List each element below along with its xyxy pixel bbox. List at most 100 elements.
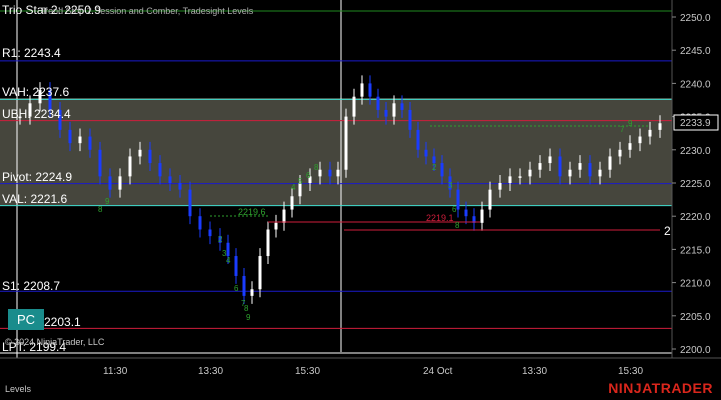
candle-body — [392, 103, 396, 117]
candle-body — [384, 109, 388, 117]
candle-body — [188, 189, 192, 217]
candle-body — [290, 196, 294, 210]
candle-body — [266, 229, 270, 257]
time-tick: 13:30 — [522, 366, 547, 377]
price-tick: 2210.0 — [680, 279, 711, 290]
candle-body — [480, 209, 484, 223]
candle-body — [318, 169, 322, 177]
candle-body — [518, 176, 522, 178]
level-label-vah: VAH: 2237.6 — [2, 85, 69, 99]
tab-levels[interactable]: Levels — [5, 384, 31, 394]
candle-body — [258, 256, 262, 290]
time-tick: 13:30 — [198, 366, 223, 377]
svg-text:8: 8 — [314, 163, 319, 172]
candle-body — [400, 103, 404, 110]
candle-body — [226, 242, 230, 257]
candle-body — [638, 136, 642, 144]
right-marker: 2 — [664, 224, 671, 238]
candle-body — [336, 169, 340, 177]
candle-body — [168, 176, 172, 183]
time-tick: 15:30 — [618, 366, 643, 377]
candle-body — [360, 83, 364, 97]
candle-body — [488, 189, 492, 210]
candle-body — [456, 189, 460, 210]
svg-text:8: 8 — [98, 205, 103, 214]
candle-body — [118, 176, 122, 190]
ninjatrader-logo: NINJATRADER — [608, 380, 713, 396]
svg-text:8: 8 — [244, 304, 249, 313]
time-tick: 11:30 — [103, 366, 128, 377]
candle-body — [68, 129, 72, 144]
price-chart[interactable]: Trio Star 2: 2250.9 Trend Stop 2 Session… — [0, 0, 721, 400]
candle-body — [344, 116, 348, 170]
candle-body — [198, 216, 202, 230]
candle-body — [178, 183, 182, 190]
price-tick: 2250.0 — [680, 13, 711, 24]
candle-body — [528, 169, 532, 177]
price-tick: 2215.0 — [680, 245, 711, 256]
level-label-pivot: Pivot: 2224.9 — [2, 170, 72, 184]
candle-body — [464, 209, 468, 217]
candle-body — [424, 149, 428, 157]
svg-text:6: 6 — [306, 171, 311, 180]
svg-text:9: 9 — [246, 313, 251, 322]
candle-body — [138, 149, 142, 157]
candle-body — [328, 169, 332, 177]
candle-body — [628, 143, 632, 150]
price-tick: 2200.0 — [680, 345, 711, 356]
candle-body — [234, 256, 238, 276]
svg-text:5: 5 — [298, 177, 303, 186]
svg-text:9: 9 — [105, 197, 110, 206]
level-label-val: VAL: 2221.6 — [2, 192, 67, 206]
candle-body — [376, 96, 380, 110]
candle-body — [274, 222, 278, 230]
candle-body — [538, 163, 542, 170]
price-tick: 2240.0 — [680, 79, 711, 90]
candle-body — [282, 209, 286, 223]
candle-body — [558, 156, 562, 177]
pc-button[interactable]: PC — [8, 309, 44, 330]
price-axis[interactable]: 2250.02245.02240.02235.02230.02225.02220… — [671, 0, 719, 358]
svg-text:4: 4 — [291, 183, 296, 192]
candle-body — [608, 156, 612, 170]
time-tick: 24 Oct — [423, 366, 453, 377]
candle-body — [648, 129, 652, 137]
time-tick: 15:30 — [295, 366, 320, 377]
candle-body — [128, 156, 132, 177]
level-label-s1: S1: 2208.7 — [2, 279, 60, 293]
candle-body — [548, 156, 552, 164]
candle-body — [352, 96, 356, 117]
candle-body — [578, 163, 582, 170]
candle-body — [416, 129, 420, 150]
svg-text:8: 8 — [455, 221, 460, 230]
level-annotation: 2219.6 — [238, 207, 266, 217]
candle-body — [108, 176, 112, 190]
candle-body — [88, 136, 92, 150]
copyright-text: © 2024 NinjaTrader, LLC — [5, 337, 105, 347]
candle-body — [78, 136, 82, 144]
candle-body — [658, 123, 662, 130]
chart-panel — [0, 0, 672, 358]
level-annotation: 2219.1 — [426, 213, 454, 223]
candle-body — [588, 163, 592, 177]
price-tick: 2225.0 — [680, 179, 711, 190]
current-price-label: 2233.9 — [680, 118, 711, 129]
candle-body — [98, 149, 102, 177]
level-label-ubh: UBH: 2234.4 — [2, 107, 71, 121]
candle-body — [568, 169, 572, 177]
level-label-r1: R1: 2243.4 — [2, 46, 61, 60]
price-tick: 2205.0 — [680, 312, 711, 323]
candle-body — [598, 169, 602, 177]
candle-body — [368, 83, 372, 97]
price-tick: 2230.0 — [680, 146, 711, 157]
svg-text:7: 7 — [620, 125, 625, 134]
candle-body — [208, 229, 212, 237]
svg-text:6: 6 — [452, 205, 457, 214]
candle-body — [508, 176, 512, 183]
time-axis[interactable]: 11:30 13:30 15:30 24 Oct 13:30 15:30 — [0, 357, 721, 377]
svg-text:9: 9 — [628, 119, 633, 128]
candle-body — [250, 289, 254, 296]
candle-body — [148, 149, 152, 164]
candle-body — [498, 183, 502, 190]
svg-text:6: 6 — [234, 284, 239, 293]
